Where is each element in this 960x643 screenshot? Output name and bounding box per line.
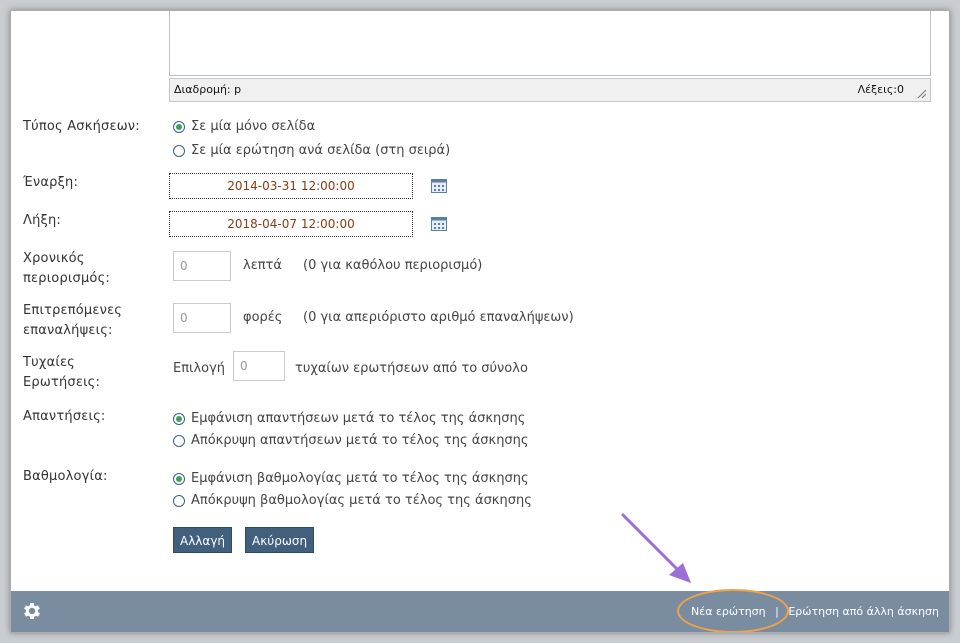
gear-icon[interactable] (21, 600, 43, 622)
random-questions-label: Τυχαίες Ερωτήσεις: (23, 353, 168, 393)
annotation-arrow-icon (621, 513, 691, 583)
highlight-ellipse (677, 589, 789, 632)
exercise-type-option-per-question[interactable]: Σε μία ερώτηση ανά σελίδα (στη σειρά) (173, 141, 450, 161)
time-limit-unit: λεπτά (243, 258, 282, 273)
random-questions-prefix: Επιλογή (173, 361, 226, 376)
option-label: Σε μία μόνο σελίδα (191, 119, 316, 134)
footer-toolbar: Νέα ερώτηση | Ερώτηση από άλλη άσκηση (11, 591, 949, 632)
random-questions-suffix: τυχαίων ερωτήσεων από το σύνολο (295, 361, 528, 376)
calendar-icon[interactable] (431, 217, 447, 231)
attempts-input[interactable]: 0 (173, 303, 231, 333)
label-line: Τυχαίες (23, 355, 75, 370)
rich-text-editor-body[interactable] (169, 11, 931, 76)
exercise-type-option-single-page[interactable]: Σε μία μόνο σελίδα (173, 117, 315, 137)
editor-path: Διαδρομή: p (174, 83, 242, 96)
option-label: Εμφάνιση απαντήσεων μετά το τέλος της άσ… (191, 411, 526, 426)
radio-checked-icon[interactable] (173, 473, 185, 485)
time-limit-hint: (0 για καθόλου περιορισμό) (303, 258, 483, 273)
answers-option-hide[interactable]: Απόκρυψη απαντήσεων μετά το τέλος της άσ… (173, 431, 529, 451)
option-label: Απόκρυψη απαντήσεων μετά το τέλος της άσ… (191, 433, 529, 448)
radio-checked-icon[interactable] (173, 413, 185, 425)
grading-option-hide[interactable]: Απόκρυψη βαθμολογίας μετά το τέλος της ά… (173, 491, 532, 511)
editor-statusbar: Διαδρομή: p Λέξεις:0 (169, 78, 931, 102)
attempts-hint: (0 για απεριόριστο αριθμό επαναλήψεων) (303, 310, 574, 325)
attempts-unit: φορές (243, 310, 283, 325)
exercise-type-label: Τύπος Ασκήσεων: (23, 119, 140, 134)
label-line: επαναλήψεις: (23, 323, 113, 338)
time-limit-label: Χρονικός περιορισμός: (23, 249, 168, 289)
start-label: Έναρξη: (23, 175, 79, 190)
option-label: Απόκρυψη βαθμολογίας μετά το τέλος της ά… (191, 493, 532, 508)
radio-unchecked-icon[interactable] (173, 435, 185, 447)
label-line: Χρονικός (23, 251, 85, 266)
radio-checked-icon[interactable] (173, 121, 185, 133)
option-label: Εμφάνιση βαθμολογίας μετά το τέλος της ά… (191, 471, 529, 486)
answers-label: Απαντήσεις: (23, 409, 106, 424)
grading-option-show[interactable]: Εμφάνιση βαθμολογίας μετά το τέλος της ά… (173, 469, 529, 489)
grading-label: Βαθμολογία: (23, 469, 108, 484)
resize-grip-icon[interactable] (916, 88, 926, 98)
time-limit-input[interactable]: 0 (173, 251, 231, 281)
calendar-icon[interactable] (431, 179, 447, 193)
radio-unchecked-icon[interactable] (173, 495, 185, 507)
end-date-input[interactable]: 2018-04-07 12:00:00 (169, 211, 413, 237)
cancel-button[interactable]: Ακύρωση (245, 527, 315, 553)
start-date-input[interactable]: 2014-03-31 12:00:00 (169, 173, 413, 199)
label-line: περιορισμός: (23, 271, 110, 286)
label-line: Ερωτήσεις: (23, 375, 101, 390)
editor-word-count: Λέξεις:0 (857, 83, 904, 96)
exercise-settings-panel: Διαδρομή: p Λέξεις:0 Τύπος Ασκήσεων: Σε … (10, 10, 950, 633)
radio-unchecked-icon[interactable] (173, 145, 185, 157)
label-line: Επιτρεπόμενες (23, 303, 123, 318)
answers-option-show[interactable]: Εμφάνιση απαντήσεων μετά το τέλος της άσ… (173, 409, 525, 429)
attempts-label: Επιτρεπόμενες επαναλήψεις: (23, 301, 168, 341)
change-button[interactable]: Αλλαγή (173, 527, 233, 553)
end-label: Λήξη: (23, 213, 62, 228)
question-from-other-exercise-link[interactable]: Ερώτηση από άλλη άσκηση (788, 605, 939, 618)
random-questions-input[interactable]: 0 (233, 351, 285, 381)
option-label: Σε μία ερώτηση ανά σελίδα (στη σειρά) (191, 143, 451, 158)
